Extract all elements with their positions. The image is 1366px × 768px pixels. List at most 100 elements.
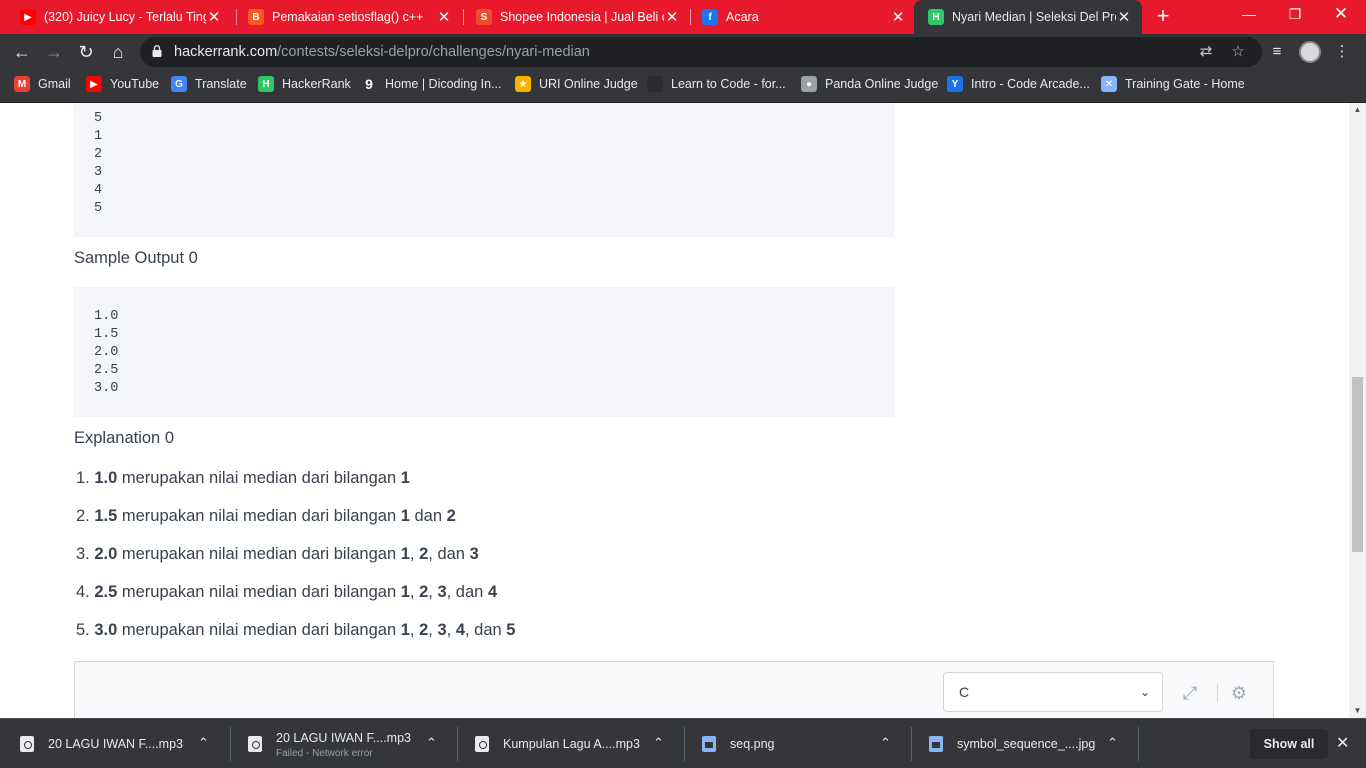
language-select[interactable]: C ⌄ xyxy=(943,672,1163,712)
menu-icon[interactable]: ⋮ xyxy=(1330,40,1354,64)
show-all-button[interactable]: Show all xyxy=(1250,729,1328,759)
reload-button[interactable]: ↻ xyxy=(72,38,100,66)
page-scrollbar[interactable]: ▲ ▼ xyxy=(1349,103,1366,718)
divider xyxy=(1217,684,1218,702)
tab-title: Nyari Median | Seleksi Del Prog xyxy=(952,10,1116,24)
list-item: 3. 2.0 merupakan nilai median dari bilan… xyxy=(76,545,479,563)
freecodecamp-icon xyxy=(647,76,663,92)
url-text: hackerrank.com/contests/seleksi-delpro/c… xyxy=(174,44,590,60)
tab-title: Pemakaian setiosflag() c++ xyxy=(272,10,424,24)
gear-icon[interactable]: ⚙ xyxy=(1228,682,1250,704)
bookmark-hackerrank[interactable]: H HackerRank xyxy=(258,70,351,98)
bookmark-uri-online-judge[interactable]: ★ URI Online Judge xyxy=(515,70,638,98)
bookmark-label: Training Gate - Home xyxy=(1125,77,1245,91)
chevron-up-icon[interactable]: ⌃ xyxy=(653,735,664,751)
download-item[interactable]: 20 LAGU IWAN F....mp3 ⌃ xyxy=(0,719,226,768)
download-filename: seq.png xyxy=(730,737,775,751)
scrollbar-thumb[interactable] xyxy=(1352,377,1363,552)
close-icon[interactable]: ✕ xyxy=(664,8,680,26)
close-icon[interactable]: ✕ xyxy=(1336,733,1349,753)
image-file-icon xyxy=(702,736,716,752)
bookmark-code-arcade[interactable]: Y Intro - Code Arcade... xyxy=(947,70,1090,98)
download-filename: 20 LAGU IWAN F....mp3 xyxy=(276,731,411,745)
code-line: 3 xyxy=(94,165,103,180)
download-status: Failed - Network error xyxy=(276,748,373,759)
tab-hackerrank[interactable]: H Nyari Median | Seleksi Del Prog ✕ xyxy=(914,0,1142,34)
explanation-list: 1. 1.0 merupakan nilai median dari bilan… xyxy=(76,466,515,656)
code-line: 2.5 xyxy=(94,363,119,378)
panda-icon: ● xyxy=(801,76,817,92)
trophy-icon: ★ xyxy=(515,76,531,92)
audio-file-icon xyxy=(475,736,489,752)
bookmark-gmail[interactable]: M Gmail xyxy=(14,70,71,98)
code-line: 3.0 xyxy=(94,381,119,396)
bookmark-label: Panda Online Judge xyxy=(825,77,939,91)
toolbar: ← → ↻ ⌂ hackerrank.com/contests/seleksi-… xyxy=(0,34,1366,70)
close-icon[interactable]: ✕ xyxy=(206,8,222,26)
list-item: 4. 2.5 merupakan nilai median dari bilan… xyxy=(76,583,498,601)
back-button[interactable]: ← xyxy=(8,38,36,66)
tab-youtube[interactable]: ▶ (320) Juicy Lucy - Terlalu Tingg ✕ xyxy=(6,0,232,34)
scroll-up-icon[interactable]: ▲ xyxy=(1349,103,1366,117)
bookmark-label: Translate xyxy=(195,77,247,91)
youtube-icon: ▶ xyxy=(20,9,36,25)
code-line: 4 xyxy=(94,183,103,198)
bookmark-dicoding[interactable]: 9 Home | Dicoding In... xyxy=(361,70,502,98)
code-editor-header: C ⌄ ⤢ ⚙ xyxy=(74,661,1274,718)
close-window-button[interactable]: ✕ xyxy=(1318,0,1364,30)
close-icon[interactable]: ✕ xyxy=(890,8,906,26)
tab-blogger[interactable]: B Pemakaian setiosflag() c++ ✕ xyxy=(234,0,462,34)
media-queue-icon[interactable]: ≡ xyxy=(1265,40,1289,64)
language-value: C xyxy=(959,684,970,700)
address-bar[interactable]: hackerrank.com/contests/seleksi-delpro/c… xyxy=(140,37,1262,67)
code-line: 5 xyxy=(94,201,103,216)
sample-output-box: 1.0 1.5 2.0 2.5 3.0 xyxy=(74,287,894,417)
facebook-icon: f xyxy=(702,9,718,25)
youtube-icon: ▶ xyxy=(86,76,102,92)
bookmark-training-gate[interactable]: ✕ Training Gate - Home xyxy=(1101,70,1245,98)
sample-output-heading: Sample Output 0 xyxy=(74,249,198,267)
bookmark-translate[interactable]: G Translate xyxy=(171,70,247,98)
chevron-down-icon: ⌄ xyxy=(1139,685,1150,699)
downloads-shelf: 20 LAGU IWAN F....mp3 ⌃ 20 LAGU IWAN F..… xyxy=(0,718,1366,768)
download-item[interactable]: seq.png ⌃ xyxy=(682,719,908,768)
explanation-heading: Explanation 0 xyxy=(74,429,174,447)
home-button[interactable]: ⌂ xyxy=(104,38,132,66)
training-gate-icon: ✕ xyxy=(1101,76,1117,92)
bookmark-label: YouTube xyxy=(110,77,160,91)
download-item[interactable]: symbol_sequence_....jpg ⌃ xyxy=(909,719,1135,768)
chevron-up-icon[interactable]: ⌃ xyxy=(426,735,437,751)
avatar[interactable] xyxy=(1299,41,1321,63)
chevron-up-icon[interactable]: ⌃ xyxy=(198,735,209,751)
chevron-up-icon[interactable]: ⌃ xyxy=(1107,735,1118,751)
star-icon[interactable]: ☆ xyxy=(1228,42,1248,62)
tab-strip: ▶ (320) Juicy Lucy - Terlalu Tingg ✕ B P… xyxy=(0,0,1366,34)
page-content: 5 1 2 3 4 5 Sample Output 0 1.0 1.5 2.0 … xyxy=(0,103,1349,718)
chevron-up-icon[interactable]: ⌃ xyxy=(880,735,891,751)
translate-icon: G xyxy=(171,76,187,92)
bookmark-panda-online-judge[interactable]: ● Panda Online Judge xyxy=(801,70,938,98)
tab-facebook[interactable]: f Acara ✕ xyxy=(688,0,916,34)
restore-button[interactable]: ❐ xyxy=(1272,0,1318,30)
bookmark-youtube[interactable]: ▶ YouTube xyxy=(86,70,159,98)
download-item[interactable]: 20 LAGU IWAN F....mp3 Failed - Network e… xyxy=(228,719,454,768)
hackerrank-icon: H xyxy=(258,76,274,92)
dicoding-icon: 9 xyxy=(361,76,377,92)
close-icon[interactable]: ✕ xyxy=(1116,8,1132,26)
tab-title: Acara xyxy=(726,10,759,24)
close-icon[interactable]: ✕ xyxy=(436,8,452,26)
minimize-button[interactable]: — xyxy=(1226,0,1272,30)
list-item: 1. 1.0 merupakan nilai median dari bilan… xyxy=(76,469,410,487)
fullscreen-icon[interactable]: ⤢ xyxy=(1179,682,1201,704)
forward-button[interactable]: → xyxy=(40,38,68,66)
new-tab-button[interactable]: + xyxy=(1150,2,1176,32)
download-item[interactable]: Kumpulan Lagu A....mp3 ⌃ xyxy=(455,719,681,768)
scroll-down-icon[interactable]: ▼ xyxy=(1349,704,1366,718)
sample-input-box: 5 1 2 3 4 5 xyxy=(74,103,894,237)
tab-title: Shopee Indonesia | Jual Beli di xyxy=(500,10,664,24)
download-filename: 20 LAGU IWAN F....mp3 xyxy=(48,737,183,751)
tab-shopee[interactable]: S Shopee Indonesia | Jual Beli di ✕ xyxy=(462,0,690,34)
code-line: 5 xyxy=(94,111,103,126)
bookmark-freecodecamp[interactable]: Learn to Code - for... xyxy=(647,70,786,98)
translate-icon[interactable]: ⇄ xyxy=(1196,42,1216,62)
